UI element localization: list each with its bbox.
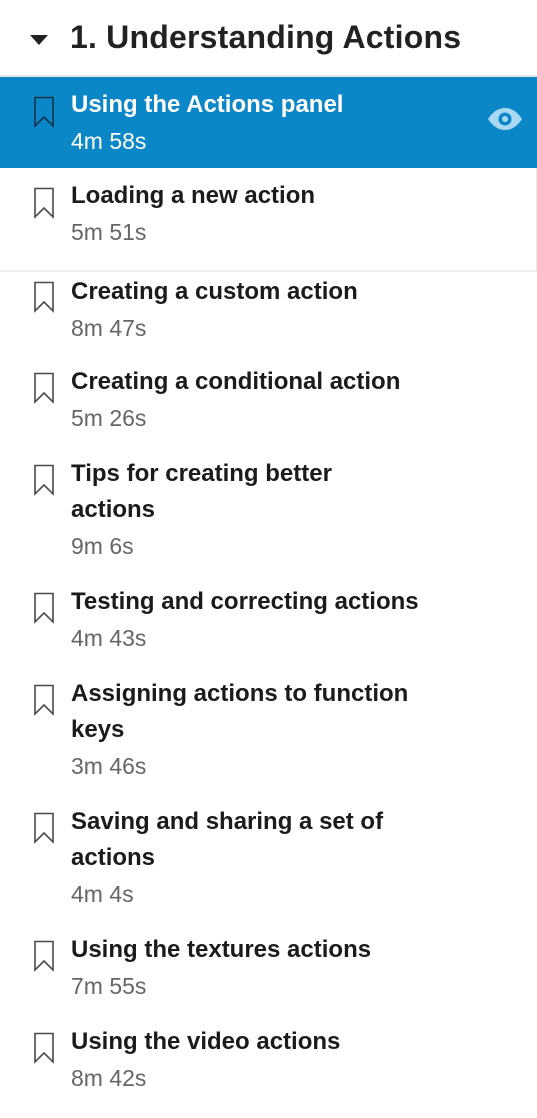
video-title: Creating a conditional action	[71, 368, 401, 395]
video-item-tips-for-creating-better-actions[interactable]: Tips for creating better actions 9m 6s	[0, 456, 537, 584]
bookmark-icon[interactable]	[33, 464, 55, 496]
bookmark-icon[interactable]	[33, 1032, 55, 1064]
video-item-saving-and-sharing-a-set-of-actions[interactable]: Saving and sharing a set of actions 4m 4…	[0, 804, 537, 932]
video-duration: 3m 46s	[71, 753, 147, 779]
video-title: Loading a new action	[71, 182, 316, 209]
video-title: Using the Actions panel	[71, 91, 344, 118]
video-title: Using the textures actions	[71, 936, 372, 963]
eye-icon[interactable]	[487, 107, 523, 131]
video-title: Using the video actions	[71, 1028, 341, 1055]
bookmark-icon[interactable]	[33, 592, 55, 624]
video-title: Tips for creating better actions	[71, 460, 332, 523]
video-item-using-the-actions-panel[interactable]: Using the Actions panel 4m 58s	[0, 77, 537, 168]
video-duration: 8m 42s	[71, 1065, 147, 1091]
video-item-using-the-video-actions[interactable]: Using the video actions 8m 42s	[0, 1024, 537, 1116]
bookmark-icon[interactable]	[33, 372, 55, 404]
video-duration: 5m 26s	[71, 405, 147, 431]
video-duration: 7m 55s	[71, 973, 147, 999]
video-item-assigning-actions-to-function-keys[interactable]: Assigning actions to function keys 3m 46…	[0, 676, 537, 804]
video-item-testing-and-correcting-actions[interactable]: Testing and correcting actions 4m 43s	[0, 584, 537, 676]
chapter-header[interactable]: 1. Understanding Actions	[0, 0, 537, 75]
chapter-title: 1. Understanding Actions	[70, 19, 462, 55]
bookmark-icon[interactable]	[33, 684, 55, 716]
video-title: Assigning actions to function keys	[71, 680, 409, 743]
video-title: Testing and correcting actions	[71, 588, 419, 615]
video-duration: 9m 6s	[71, 533, 134, 559]
bookmark-icon[interactable]	[33, 96, 55, 128]
bookmark-icon[interactable]	[33, 281, 55, 313]
course-toc-panel: 1. Understanding Actions Using the Actio…	[0, 0, 537, 1118]
video-title: Saving and sharing a set of actions	[71, 808, 384, 871]
video-item-loading-a-new-action[interactable]: Loading a new action 5m 51s	[0, 168, 537, 272]
video-duration: 4m 58s	[71, 128, 147, 154]
video-item-using-the-textures-actions[interactable]: Using the textures actions 7m 55s	[0, 932, 537, 1024]
video-item-creating-a-conditional-action[interactable]: Creating a conditional action 5m 26s	[0, 364, 537, 456]
video-duration: 5m 51s	[71, 219, 147, 245]
video-duration: 8m 47s	[71, 315, 147, 341]
video-duration: 4m 43s	[71, 625, 147, 651]
caret-down-icon[interactable]	[30, 34, 48, 45]
bookmark-icon[interactable]	[33, 187, 55, 219]
video-title: Creating a custom action	[71, 278, 358, 305]
video-item-creating-a-custom-action[interactable]: Creating a custom action 8m 47s	[0, 272, 537, 364]
video-list: Using the Actions panel 4m 58s Loading a…	[0, 77, 537, 1116]
video-duration: 4m 4s	[71, 881, 134, 907]
bookmark-icon[interactable]	[33, 940, 55, 972]
bookmark-icon[interactable]	[33, 812, 55, 844]
